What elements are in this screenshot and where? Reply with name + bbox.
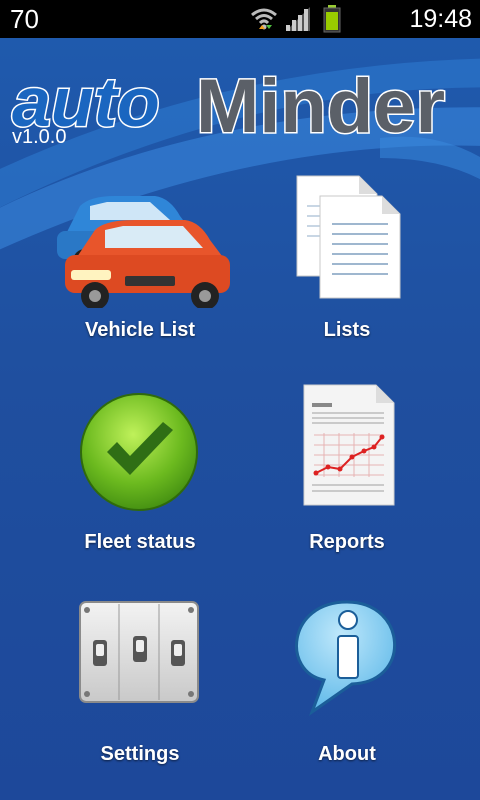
cars-icon (57, 196, 230, 308)
menu-reports[interactable]: Reports (242, 380, 452, 570)
menu-about[interactable]: About (242, 592, 452, 782)
app-version: v1.0.0 (12, 126, 67, 148)
app-logo: auto Minder (11, 62, 447, 145)
menu-grid: Vehicle List Lists Fleet status Reports … (0, 168, 480, 788)
switches-icon (79, 601, 199, 703)
status-time: 19:48 (409, 5, 472, 33)
logo-minder: Minder (196, 64, 445, 144)
menu-about-label: About (318, 743, 376, 765)
status-bar: 70 19:48 (0, 0, 480, 38)
menu-lists[interactable]: Lists (242, 168, 452, 358)
menu-reports-label: Reports (309, 531, 385, 553)
menu-settings[interactable]: Settings (35, 592, 245, 782)
info-bubble-icon (295, 600, 397, 717)
app-main: auto Minder v1.0.0 Vehicle List Lists Fl… (0, 38, 480, 800)
wifi-icon (251, 8, 277, 30)
status-icons (251, 5, 341, 33)
menu-lists-label: Lists (323, 319, 371, 341)
menu-vehicle-list-label: Vehicle List (84, 319, 196, 341)
checkmark-icon (80, 393, 198, 511)
menu-settings-label: Settings (100, 743, 180, 765)
menu-fleet-status[interactable]: Fleet status (35, 380, 245, 570)
battery-icon (323, 5, 341, 33)
menu-vehicle-list[interactable]: Vehicle List (35, 168, 245, 358)
signal-icon (286, 7, 310, 31)
status-number: 70 (10, 4, 39, 34)
menu-fleet-status-label: Fleet status (84, 531, 196, 553)
report-icon (303, 384, 395, 506)
documents-icon (296, 175, 401, 299)
